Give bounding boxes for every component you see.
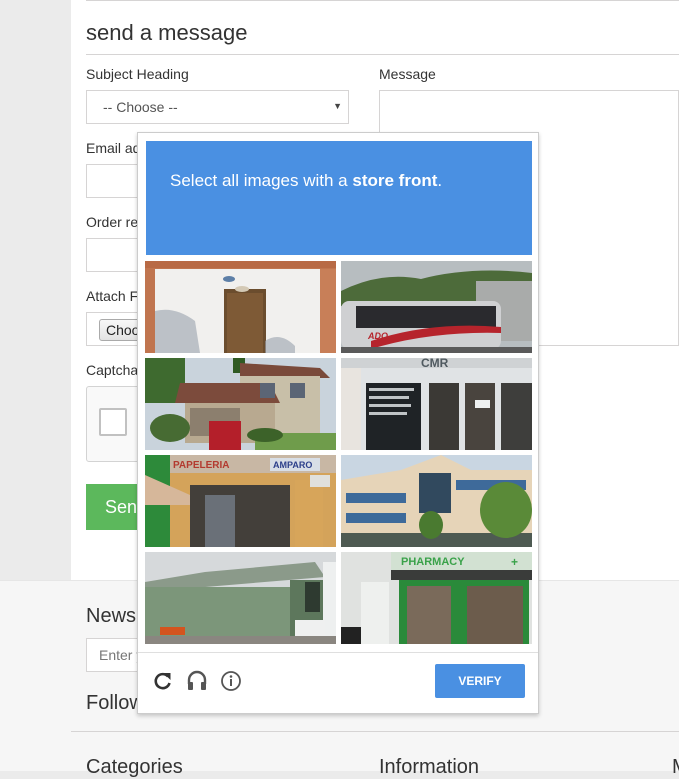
image-tile[interactable] xyxy=(145,261,336,353)
reload-icon[interactable] xyxy=(152,670,174,692)
recaptcha-challenge: Select all images with a store front. AD… xyxy=(137,132,539,714)
svg-text:+: + xyxy=(511,555,518,569)
instruction-text: Select all images with a xyxy=(170,171,353,190)
image-tile[interactable]: PHARMACY + xyxy=(341,552,532,644)
svg-text:PHARMACY: PHARMACY xyxy=(401,556,465,568)
message-label: Message xyxy=(379,66,436,82)
svg-text:CMR: CMR xyxy=(421,358,449,370)
subject-label: Subject Heading xyxy=(86,66,189,82)
image-tile[interactable] xyxy=(145,552,336,644)
image-tile[interactable]: CMR xyxy=(341,358,532,450)
footer-my-account: My account xyxy=(672,756,679,779)
divider xyxy=(86,0,679,1)
challenge-header: Select all images with a store front. xyxy=(146,141,532,255)
image-tile[interactable]: PAPELERIA AMPARO xyxy=(145,455,336,547)
svg-text:AMPARO: AMPARO xyxy=(273,460,312,470)
instruction-target: store front xyxy=(352,171,438,190)
attach-file-label: Attach File xyxy=(86,288,141,304)
dropdown-arrow-icon: ▼ xyxy=(333,101,342,111)
svg-text:ADO: ADO xyxy=(367,331,388,341)
image-tile[interactable]: ADO xyxy=(341,261,532,353)
email-label: Email address xyxy=(86,140,141,156)
info-icon[interactable] xyxy=(220,670,242,692)
divider xyxy=(539,345,679,346)
divider xyxy=(138,652,538,653)
image-grid: ADO CMR PAPELERIA AMPARO PHARMACY + xyxy=(145,261,533,645)
divider xyxy=(86,54,679,55)
verify-button[interactable]: VERIFY xyxy=(435,664,525,698)
recaptcha-checkbox[interactable] xyxy=(99,408,127,436)
order-reference-label: Order reference xyxy=(86,214,141,230)
audio-icon[interactable] xyxy=(186,670,208,692)
footer-categories: Categories xyxy=(86,756,183,778)
subject-selected-value: -- Choose -- xyxy=(103,99,178,115)
subject-select[interactable]: -- Choose -- ▼ xyxy=(86,90,349,124)
image-tile[interactable] xyxy=(341,455,532,547)
captcha-label: Captcha xyxy=(86,362,139,378)
page-title: send a message xyxy=(86,20,248,45)
svg-text:PAPELERIA: PAPELERIA xyxy=(173,460,230,471)
image-tile[interactable] xyxy=(145,358,336,450)
footer-information: Information xyxy=(379,756,480,778)
instruction-suffix: . xyxy=(437,171,443,190)
divider xyxy=(71,731,679,732)
